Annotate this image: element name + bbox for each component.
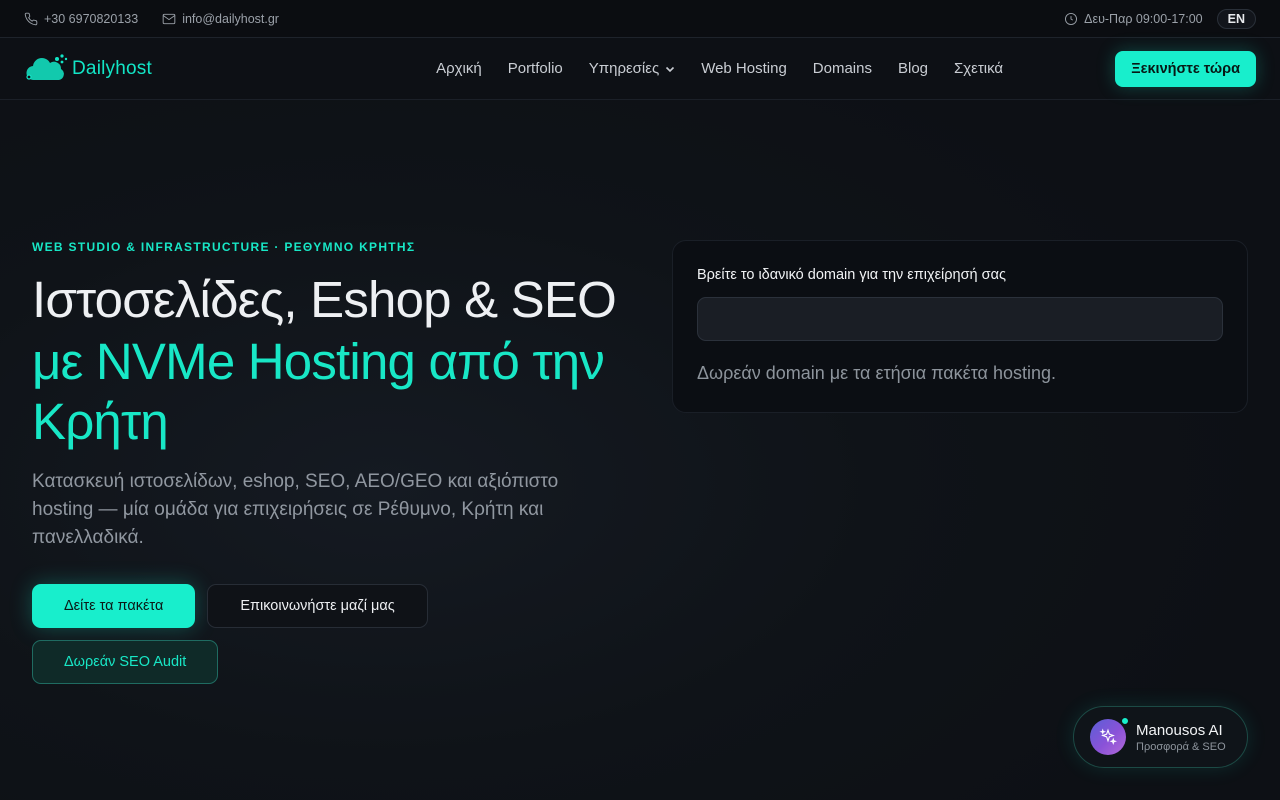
email-link[interactable]: info@dailyhost.gr (162, 12, 279, 26)
language-toggle[interactable]: EN (1216, 8, 1256, 29)
ai-subtitle: Προσφορά & SEO (1136, 740, 1226, 753)
nav-blog[interactable]: Blog (898, 60, 928, 77)
domain-search-title: Βρείτε το ιδανικό domain για την επιχείρ… (697, 267, 1006, 283)
hero-eyebrow: WEB STUDIO & INFRASTRUCTURE · ΡΕΘΥΜΝΟ ΚΡ… (32, 240, 416, 254)
nav-links: Αρχική Portfolio Υπηρεσίες Web Hosting D… (324, 60, 1115, 77)
nav-web-hosting[interactable]: Web Hosting (701, 60, 787, 77)
mail-icon (162, 13, 176, 24)
nav-portfolio[interactable]: Portfolio (508, 60, 563, 77)
cloud-logo-icon (26, 53, 68, 80)
domain-search-card: Βρείτε το ιδανικό domain για την επιχείρ… (672, 240, 1248, 413)
email-address: info@dailyhost.gr (182, 11, 279, 26)
ai-widget-text: Manousos AI Προσφορά & SEO (1136, 722, 1226, 753)
hero-title: Ιστοσελίδες, Eshop & SEO με NVMe Hosting… (32, 272, 632, 452)
view-packages-button[interactable]: Δείτε τα πακέτα (32, 584, 196, 628)
brand-name: Dailyhost (72, 57, 152, 79)
hero-title-accent: με NVMe Hosting από την Κρήτη (32, 333, 605, 450)
ai-avatar (1090, 717, 1129, 755)
nav-services[interactable]: Υπηρεσίες (589, 60, 675, 77)
domain-search-input[interactable] (697, 297, 1223, 341)
business-hours: Δευ-Παρ 09:00-17:00 (1064, 11, 1203, 26)
domain-note: Δωρεάν domain με τα ετήσια πακέτα hostin… (697, 363, 1057, 383)
brand-logo[interactable]: Dailyhost (24, 53, 344, 85)
hero-buttons: Δείτε τα πακέτα Επικοινωνήστε μαζί μας (32, 584, 632, 628)
contact-us-button[interactable]: Επικοινωνήστε μαζί μας (207, 584, 428, 628)
nav-domains[interactable]: Domains (813, 60, 872, 77)
clock-icon (1065, 12, 1078, 25)
phone-number: +30 6970820133 (44, 11, 139, 26)
nav-services-label: Υπηρεσίες (588, 60, 660, 77)
ai-chat-widget[interactable]: Manousos AI Προσφορά & SEO (1073, 706, 1248, 768)
main-navbar: Dailyhost Αρχική Portfolio Υπηρεσίες Web… (0, 38, 1280, 100)
phone-link[interactable]: +30 6970820133 (24, 12, 138, 26)
sparkles-icon (1099, 728, 1117, 746)
top-bar: +30 6970820133 info@dailyhost.gr Δευ-Παρ… (0, 0, 1280, 38)
hero-lead: Κατασκευή ιστοσελίδων, eshop, SEO, AEO/G… (32, 471, 559, 548)
hero-title-main: Ιστοσελίδες, Eshop & SEO (32, 271, 617, 328)
hours-text: Δευ-Παρ 09:00-17:00 (1084, 11, 1203, 26)
ai-name: Manousos AI (1136, 721, 1223, 739)
get-started-button[interactable]: Ξεκινήστε τώρα (1115, 50, 1256, 87)
nav-home[interactable]: Αρχική (436, 60, 482, 77)
phone-icon (24, 12, 38, 25)
chevron-down-icon (666, 66, 675, 72)
online-status-dot (1121, 717, 1129, 725)
hero-section: WEB STUDIO & INFRASTRUCTURE · ΡΕΘΥΜΝΟ ΚΡ… (32, 240, 632, 684)
nav-about[interactable]: Σχετικά (954, 60, 1003, 77)
free-seo-audit-button[interactable]: Δωρεάν SEO Audit (32, 640, 219, 684)
